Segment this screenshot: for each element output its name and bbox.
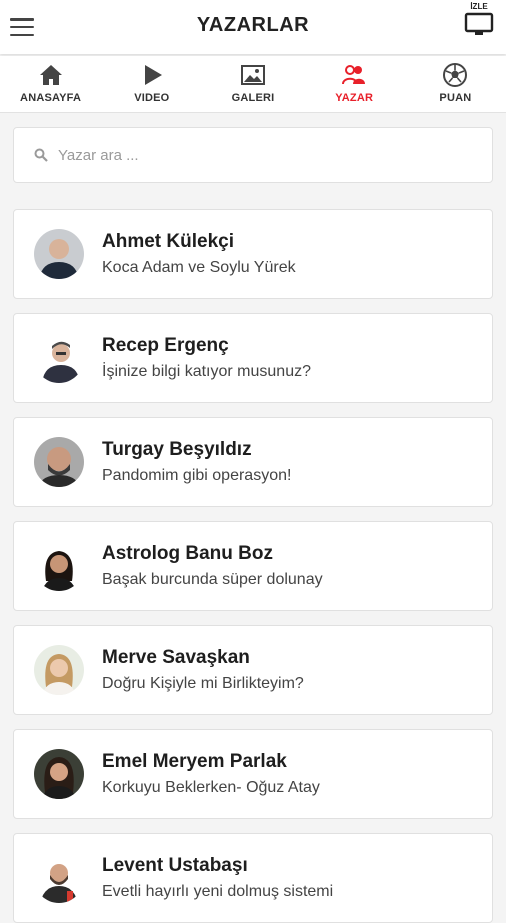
watch-label: İZLE	[470, 2, 488, 11]
article-title: Pandomim gibi operasyon!	[102, 467, 292, 484]
author-search-input[interactable]	[56, 145, 440, 165]
tab-yazar[interactable]: YAZAR	[304, 56, 405, 112]
tab-label: PUAN	[439, 92, 472, 104]
author-name: Emel Meryem Parlak	[102, 751, 287, 772]
author-name: Turgay Beşyıldız	[102, 439, 252, 460]
author-avatar	[34, 853, 84, 903]
article-title: Başak burcunda süper dolunay	[102, 571, 323, 588]
author-card[interactable]: Levent Ustabaşı Evetli hayırlı yeni dolm…	[13, 833, 493, 923]
soccer-ball-icon	[443, 63, 468, 87]
home-icon	[39, 65, 62, 85]
article-title: Doğru Kişiyle mi Birlikteyim?	[102, 675, 304, 692]
tab-label: VIDEO	[134, 92, 170, 104]
tab-puan[interactable]: PUAN	[405, 56, 506, 112]
author-avatar	[34, 333, 84, 383]
author-card[interactable]: Recep Ergenç İşinize bilgi katıyor musun…	[13, 313, 493, 403]
watch-live-button[interactable]: İZLE	[462, 2, 496, 46]
category-tabs: ANASAYFA VIDEO GALERI YAZAR PUAN	[0, 56, 506, 113]
article-title: Evetli hayırlı yeni dolmuş sistemi	[102, 883, 334, 900]
author-card[interactable]: Merve Savaşkan Doğru Kişiyle mi Birlikte…	[13, 625, 493, 715]
article-title: Korkuyu Beklerken- Oğuz Atay	[102, 779, 320, 796]
tab-label: GALERI	[231, 92, 275, 104]
tab-galeri[interactable]: GALERI	[202, 56, 303, 112]
author-card[interactable]: Astrolog Banu Boz Başak burcunda süper d…	[13, 521, 493, 611]
tab-label: YAZAR	[335, 92, 374, 104]
author-name: Levent Ustabaşı	[102, 855, 248, 876]
tab-video[interactable]: VIDEO	[101, 56, 202, 112]
author-search-box	[13, 127, 493, 183]
author-avatar	[34, 229, 84, 279]
author-name: Ahmet Külekçi	[102, 231, 234, 252]
author-name: Astrolog Banu Boz	[102, 543, 273, 564]
author-card[interactable]: Turgay Beşyıldız Pandomim gibi operasyon…	[13, 417, 493, 507]
author-card[interactable]: Ahmet Külekçi Koca Adam ve Soylu Yürek	[13, 209, 493, 299]
tab-label: ANASAYFA	[20, 92, 82, 104]
authors-icon	[342, 65, 366, 85]
tv-screen-icon	[464, 12, 494, 35]
author-name: Recep Ergenç	[102, 335, 229, 356]
author-avatar	[34, 541, 84, 591]
article-title: İşinize bilgi katıyor musunuz?	[102, 363, 311, 380]
author-avatar	[34, 437, 84, 487]
gallery-icon	[241, 65, 265, 85]
author-avatar	[34, 749, 84, 799]
author-avatar	[34, 645, 84, 695]
author-name: Merve Savaşkan	[102, 647, 250, 668]
author-card[interactable]: Emel Meryem Parlak Korkuyu Beklerken- Oğ…	[13, 729, 493, 819]
play-icon	[144, 65, 162, 85]
page-title: YAZARLAR	[196, 14, 310, 36]
search-icon	[34, 148, 48, 162]
article-title: Koca Adam ve Soylu Yürek	[102, 259, 296, 276]
top-app-bar: YAZARLAR İZLE	[0, 0, 506, 54]
tab-anasayfa[interactable]: ANASAYFA	[0, 56, 101, 112]
